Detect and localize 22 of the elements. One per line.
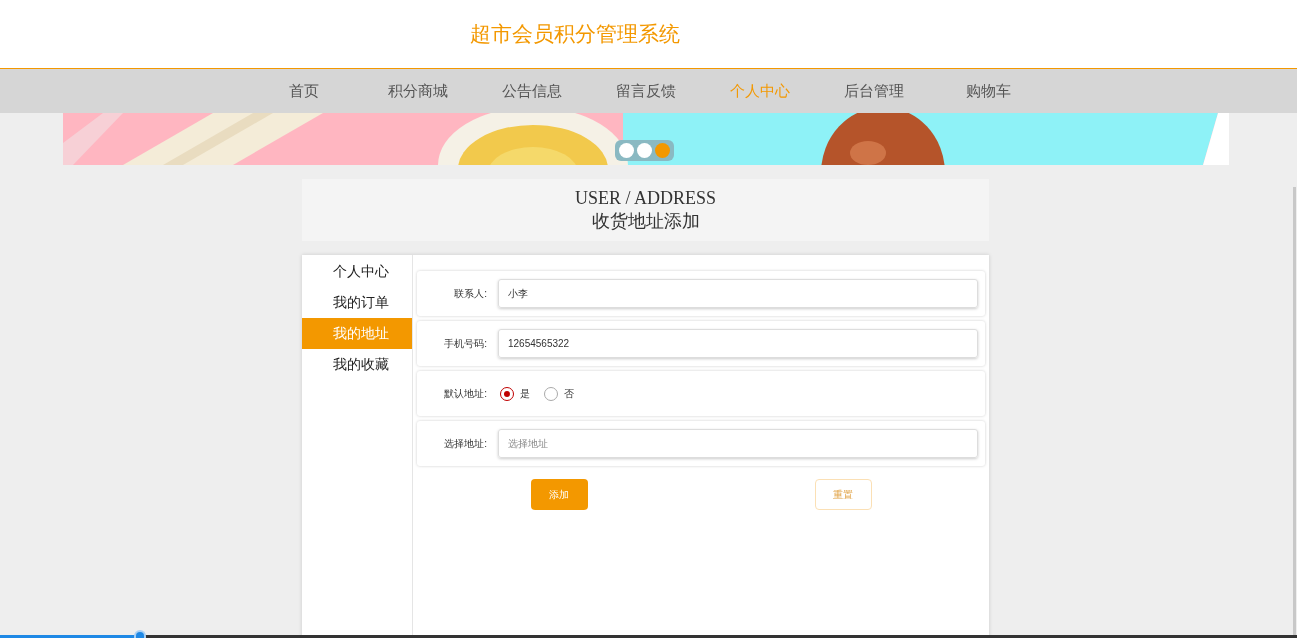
input-field[interactable]: 选择地址 <box>498 429 978 458</box>
sidebar-item[interactable]: 我的收藏 <box>302 349 412 380</box>
nav-link[interactable]: 留言反馈 <box>589 69 703 113</box>
sidebar-item[interactable]: 个人中心 <box>302 256 412 287</box>
page-subtitle: USER / ADDRESS <box>574 187 716 209</box>
page-title: 收货地址添加 <box>591 210 700 233</box>
nav-link[interactable]: 后台管理 <box>817 69 931 113</box>
nav-link[interactable]: 首页 <box>247 69 361 113</box>
input-field[interactable]: 小李 <box>498 279 978 308</box>
nav-link[interactable]: 公告信息 <box>475 69 589 113</box>
sidebar-item[interactable]: 我的订单 <box>302 287 412 318</box>
nav-link[interactable]: 购物车 <box>931 69 1045 113</box>
radio-label: 是 <box>520 387 530 401</box>
field-label: 手机号码: <box>443 337 487 351</box>
input-field[interactable]: 12654565322 <box>498 329 978 358</box>
field-label: 默认地址: <box>443 387 487 401</box>
field-label: 选择地址: <box>443 437 487 451</box>
progress-handle[interactable] <box>134 630 147 638</box>
field-label: 联系人: <box>453 287 487 301</box>
nav-link[interactable]: 积分商城 <box>361 69 475 113</box>
site-title: 超市会员积分管理系统 <box>470 21 680 48</box>
radio-label: 否 <box>564 387 574 401</box>
